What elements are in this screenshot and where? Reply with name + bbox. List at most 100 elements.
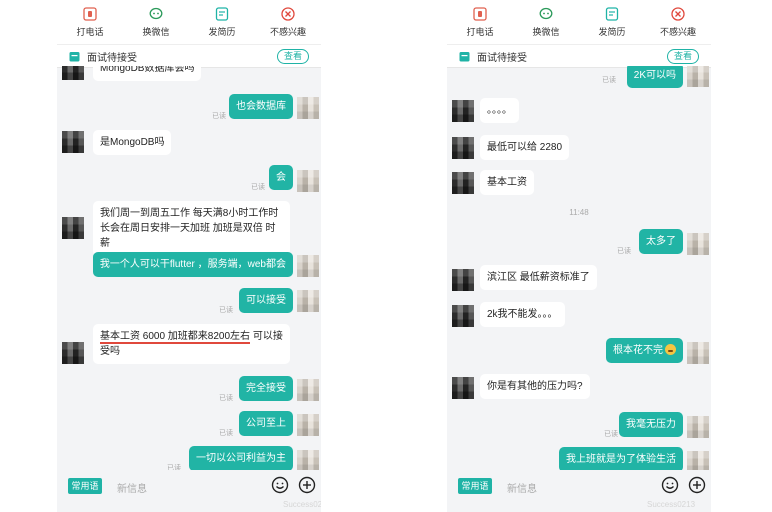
read-receipt: 已读 — [604, 431, 618, 438]
call-label: 打电话 — [76, 26, 104, 37]
right-chat-screen: 打电话 换微信 发简历 不感兴趣 面试待接受 查看 2K可以吗 已读 。。。。 — [447, 0, 711, 512]
message-bubble: 完全接受 — [239, 376, 293, 401]
avatar — [452, 305, 474, 327]
plus-icon[interactable] — [298, 476, 316, 494]
message-row: 公司至上 已读 — [57, 411, 321, 441]
message-row: 也会数据库 已读 — [57, 94, 321, 128]
wechat-icon — [149, 7, 163, 19]
interview-icon — [459, 51, 470, 61]
avatar — [62, 66, 84, 80]
message-row: 我上班就是为了体验生活 — [447, 447, 711, 470]
not-interested-button[interactable]: 不感兴趣 — [258, 6, 318, 38]
read-receipt: 已读 — [617, 248, 631, 255]
message-bubble: 基本工资 — [480, 170, 534, 195]
message-bubble: 最低可以给 2280 — [480, 135, 570, 160]
quick-phrases-button[interactable]: 常用语 — [68, 478, 102, 494]
message-row: 我们周一到周五工作 每天满8小时工作时长会在周日安排一天加班 加班是双倍 时薪 — [57, 201, 321, 256]
view-button[interactable]: 查看 — [666, 49, 699, 64]
avatar — [687, 66, 709, 87]
message-row: 我一个人可以干flutter ，服务端，web都会 — [57, 252, 321, 282]
message-bubble: 会 — [269, 165, 293, 190]
message-bubble: 2k我不能发。。。 — [480, 302, 565, 327]
phone-icon — [473, 6, 487, 21]
interview-banner: 面试待接受 查看 — [57, 44, 321, 68]
read-receipt: 已读 — [219, 307, 233, 314]
left-chat-screen: 打电话 换微信 发简历 不感兴趣 面试待接受 查看 MongoDB数据库会吗 也… — [57, 0, 321, 512]
plus-icon[interactable] — [688, 476, 706, 494]
read-receipt: 已读 — [219, 395, 233, 402]
view-button[interactable]: 查看 — [276, 49, 309, 64]
input-bar: 常用语 新信息 Success0213 — [57, 470, 321, 512]
avatar — [62, 131, 84, 153]
message-bubble: 可以接受 — [239, 288, 293, 313]
read-receipt: 已读 — [251, 184, 265, 191]
message-input[interactable]: 新信息 — [507, 480, 537, 495]
resume-label: 发简历 — [208, 26, 236, 37]
quick-phrases-button[interactable]: 常用语 — [458, 478, 492, 494]
message-row: 2K可以吗 已读 — [447, 66, 711, 88]
message-row: 基本工资 — [447, 170, 711, 196]
exchange-wechat-button[interactable]: 换微信 — [516, 7, 576, 38]
not-interested-button[interactable]: 不感兴趣 — [648, 6, 708, 38]
message-row: 会 已读 — [57, 165, 321, 195]
avatar — [62, 217, 84, 239]
highlighted-salary: 基本工资 6000 加班都来8200左右 — [100, 331, 251, 344]
avatar — [452, 172, 474, 194]
message-bubble: MongoDB数据库会吗 — [93, 66, 202, 81]
message-bubble: 我一个人可以干flutter ，服务端，web都会 — [92, 252, 293, 277]
banner-title: 面试待接受 — [87, 52, 137, 64]
top-action-bar: 打电话 换微信 发简历 不感兴趣 — [57, 0, 321, 44]
read-receipt: 已读 — [212, 113, 226, 120]
message-bubble: 公司至上 — [239, 411, 293, 436]
input-bar: 常用语 新信息 Success0213 — [447, 470, 711, 512]
message-row: 2k我不能发。。。 — [447, 302, 711, 328]
interview-banner: 面试待接受 查看 — [447, 44, 711, 68]
resume-icon — [215, 6, 229, 21]
avatar — [687, 451, 709, 470]
not-interested-label: 不感兴趣 — [659, 26, 696, 37]
message-list[interactable]: 2K可以吗 已读 。。。。 最低可以给 2280 基本工资 11:48 太多了 … — [447, 66, 711, 470]
call-button[interactable]: 打电话 — [450, 6, 510, 38]
wechat-label: 换微信 — [142, 26, 170, 37]
message-row: 太多了 已读 — [447, 229, 711, 259]
message-input[interactable]: 新信息 — [117, 480, 147, 495]
resume-label: 发简历 — [598, 26, 626, 37]
message-bubble: 你是有其他的压力吗? — [480, 374, 590, 399]
avatar — [297, 255, 319, 277]
emoji-icon[interactable] — [661, 476, 679, 494]
avatar — [687, 416, 709, 438]
avatar — [452, 377, 474, 399]
read-receipt: 已读 — [167, 465, 181, 470]
message-bubble: 。。。。 — [480, 98, 519, 123]
message-row: 根本花不完 — [447, 338, 711, 368]
not-interested-label: 不感兴趣 — [269, 26, 306, 37]
avatar — [297, 170, 319, 192]
avatar — [452, 269, 474, 291]
not-interested-icon — [671, 6, 685, 21]
message-bubble: 我上班就是为了体验生活 — [559, 447, 683, 470]
avatar — [687, 233, 709, 255]
message-row: 基本工资 6000 加班都来8200左右 可以接受吗 — [57, 324, 321, 368]
message-row: 是MongoDB吗 — [57, 130, 321, 156]
exchange-wechat-button[interactable]: 换微信 — [126, 7, 186, 38]
message-text: 根本花不完 — [613, 345, 663, 356]
message-list[interactable]: MongoDB数据库会吗 也会数据库 已读 是MongoDB吗 会 已读 我们周… — [57, 66, 321, 470]
avatar — [452, 137, 474, 159]
send-resume-button[interactable]: 发简历 — [192, 6, 252, 38]
message-bubble: 2K可以吗 — [626, 66, 683, 88]
wechat-label: 换微信 — [532, 26, 560, 37]
avatar — [62, 342, 84, 364]
avatar — [297, 414, 319, 436]
message-row: 完全接受 已读 — [57, 376, 321, 406]
message-row: 你是有其他的压力吗? — [447, 374, 711, 400]
avatar — [687, 342, 709, 364]
emoji-icon[interactable] — [271, 476, 289, 494]
message-bubble: 太多了 — [639, 229, 683, 254]
send-resume-button[interactable]: 发简历 — [582, 6, 642, 38]
watermark: Success0213 — [283, 500, 321, 509]
call-button[interactable]: 打电话 — [60, 6, 120, 38]
time-divider: 11:48 — [569, 208, 589, 217]
message-bubble: 是MongoDB吗 — [93, 130, 172, 155]
read-receipt: 已读 — [219, 430, 233, 437]
read-receipt: 已读 — [602, 77, 616, 84]
